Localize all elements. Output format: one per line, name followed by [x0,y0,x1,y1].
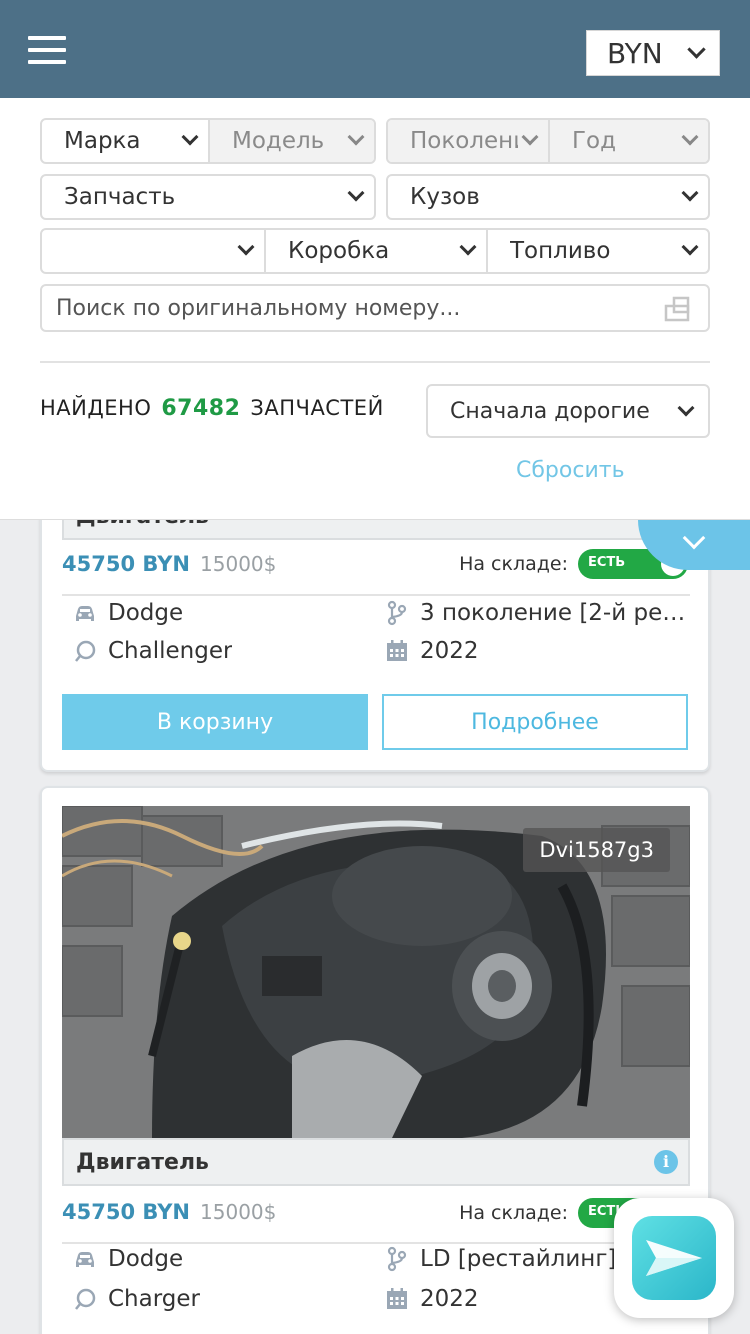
add-to-cart-button[interactable]: В корзину [62,694,368,750]
generation-year-group: Поколение Год [386,118,710,164]
sku-badge: Dvi1587g3 [523,828,670,872]
generation-select-label: Поколение [410,128,518,154]
year-select[interactable]: Год [548,120,708,162]
chevron-down-icon [681,128,699,146]
model-value: Challenger [108,638,233,664]
search-placeholder: Поиск по оригинальному номеру... [56,295,461,321]
brand-attr: Dodge [72,1246,183,1272]
model-attr: Charger [72,1286,200,1312]
generation-select[interactable]: Поколение [388,120,548,162]
body-select-label: Кузов [410,184,480,210]
part-select-label: Запчасть [64,184,176,210]
price-byn: 45750 BYN [62,1200,191,1224]
send-icon [632,1216,716,1300]
model-icon [75,1288,96,1310]
stock-label: На складе: [459,553,568,575]
brand-value: Dodge [108,1246,184,1272]
generation-value: LD [рестайлинг] [420,1246,617,1272]
found-label: НАЙДЕНО [40,396,152,420]
sort-select[interactable]: Сначала дорогие [426,384,710,438]
chevron-down-icon [682,526,706,550]
generation-value: 3 поколение [2-й рестайлинг] [420,600,690,626]
price-block: 45750 BYN 15000$ [62,552,276,576]
gearbox-select-label: Коробка [288,238,390,264]
model-icon [75,640,96,662]
chevron-down-icon [681,238,699,256]
product-photo[interactable]: Dvi1587g3 [62,806,690,1138]
car-icon [76,1252,94,1267]
chevron-down-icon [347,184,365,202]
year-select-label: Год [572,128,617,154]
generation-attr: 3 поколение [2-й рестайлинг] [384,600,690,626]
barcode-icon[interactable] [664,296,690,322]
divider [62,1242,690,1244]
currency-select[interactable]: BYN [586,30,720,76]
oem-search-input[interactable]: Поиск по оригинальному номеру... [40,284,710,332]
brand-attr: Dodge [72,600,183,626]
found-count: 67482 [161,396,241,421]
reset-link[interactable]: Сбросить [516,458,625,483]
currency-value: BYN [607,36,663,70]
year-value: 2022 [420,1286,479,1312]
sort-label: Сначала дорогие [450,398,650,424]
branch-icon [387,600,407,626]
model-select-label: Модель [232,128,325,154]
divider [62,594,690,596]
info-icon[interactable]: i [654,1150,678,1174]
calendar-icon [387,1288,407,1309]
parts-label: ЗАПЧАСТЕЙ [250,396,384,420]
price-usd: 15000$ [200,1200,277,1224]
generation-attr: LD [рестайлинг] [384,1246,624,1272]
model-attr: Challenger [72,638,232,664]
stock-label: На складе: [459,1202,568,1224]
chevron-down-icon [237,238,255,256]
body-group: Кузов [386,174,710,220]
model-select[interactable]: Модель [208,120,374,162]
year-attr: 2022 [384,638,479,664]
model-value: Charger [108,1286,200,1312]
part-select[interactable]: Запчасть [42,176,374,218]
filter-panel: Марка Модель Поколение Год Запчасть Кузо… [0,98,750,520]
chevron-down-icon [687,40,706,59]
engine-gearbox-fuel-group: Коробка Топливо [40,228,710,274]
price-usd: 15000$ [200,552,277,576]
fuel-select-label: Топливо [510,238,611,264]
brand-model-group: Марка Модель [40,118,376,164]
menu-icon[interactable] [28,36,66,64]
chevron-down-icon [677,399,695,417]
brand-select[interactable]: Марка [42,120,208,162]
paper-plane-icon [646,1240,702,1276]
app-header: BYN [0,0,750,98]
details-button[interactable]: Подробнее [382,694,688,750]
chevron-down-icon [521,128,539,146]
body-select[interactable]: Кузов [388,176,708,218]
brand-value: Dodge [108,600,184,626]
price-block: 45750 BYN 15000$ [62,1200,276,1224]
chevron-down-icon [459,238,477,256]
year-value: 2022 [420,638,479,664]
fuel-select[interactable]: Топливо [486,230,708,272]
divider [40,361,710,363]
calendar-icon [387,640,407,661]
chat-widget-button[interactable] [614,1198,734,1318]
results-count: НАЙДЕНО 67482 ЗАПЧАСТЕЙ [40,396,384,421]
branch-icon [387,1246,407,1272]
brand-select-label: Марка [64,128,141,154]
car-icon [76,606,94,621]
chevron-down-icon [347,128,365,146]
product-name-bar: Двигатель i [62,1138,690,1186]
year-attr: 2022 [384,1286,479,1312]
engine-select[interactable] [42,230,264,272]
part-group: Запчасть [40,174,376,220]
stock-status-text: ЕСТЬ [588,555,626,570]
product-name: Двигатель [76,1149,209,1175]
chevron-down-icon [181,128,199,146]
chevron-down-icon [681,184,699,202]
price-byn: 45750 BYN [62,552,191,576]
product-card: Dvi1587g3 Двигатель i 45750 BYN 15000$ Н… [40,786,710,1334]
gearbox-select[interactable]: Коробка [264,230,486,272]
